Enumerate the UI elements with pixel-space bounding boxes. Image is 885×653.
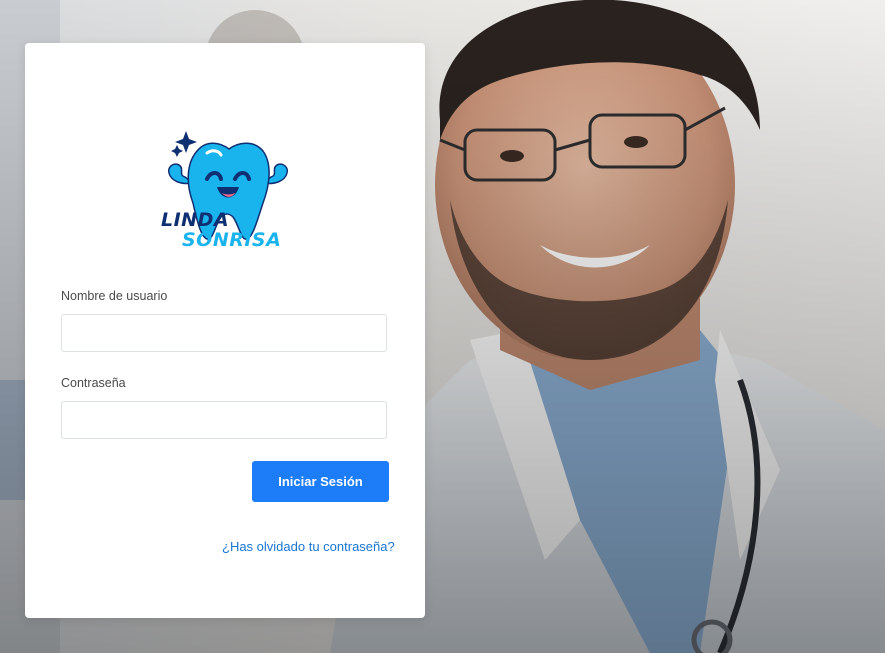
password-label: Contraseña xyxy=(61,376,126,390)
forgot-password-link[interactable]: ¿Has olvidado tu contraseña? xyxy=(222,539,395,554)
logo-text-linda: LINDA xyxy=(161,209,230,231)
logo-text-sonrisa: SONRISA xyxy=(182,229,282,251)
password-input[interactable] xyxy=(61,401,387,439)
login-page: LINDA SONRISA Nombre de usuario Contrase… xyxy=(0,0,885,653)
login-button[interactable]: Iniciar Sesión xyxy=(252,461,389,502)
username-input[interactable] xyxy=(61,314,387,352)
username-label: Nombre de usuario xyxy=(61,289,168,303)
